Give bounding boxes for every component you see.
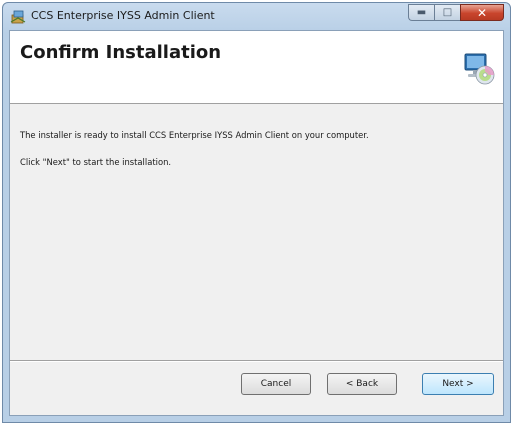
header-banner: Confirm Installation <box>10 31 503 104</box>
minimize-button[interactable]: ▬ <box>408 4 434 21</box>
window-title: CCS Enterprise IYSS Admin Client <box>31 9 215 22</box>
footer-divider <box>10 360 503 362</box>
dialog-client-area: Confirm Installation The installer is re… <box>9 30 504 416</box>
computer-cd-icon <box>461 51 495 85</box>
next-instruction-text: Click "Next" to start the installation. <box>20 157 172 167</box>
installer-app-icon <box>10 9 26 25</box>
close-button[interactable]: ✕ <box>460 4 504 21</box>
caption-buttons: ▬ □ ✕ <box>408 4 504 23</box>
title-bar[interactable]: CCS Enterprise IYSS Admin Client ▬ □ ✕ <box>3 3 510 30</box>
installer-window: CCS Enterprise IYSS Admin Client ▬ □ ✕ C… <box>2 2 511 423</box>
back-button[interactable]: < Back <box>327 373 397 395</box>
minimize-icon: ▬ <box>416 7 427 18</box>
next-button[interactable]: Next > <box>422 373 494 395</box>
maximize-icon: □ <box>442 7 453 18</box>
cancel-button[interactable]: Cancel <box>241 373 311 395</box>
page-title: Confirm Installation <box>20 42 222 63</box>
close-icon: ✕ <box>476 5 488 20</box>
maximize-button[interactable]: □ <box>434 4 460 21</box>
install-ready-text: The installer is ready to install CCS En… <box>20 130 369 140</box>
